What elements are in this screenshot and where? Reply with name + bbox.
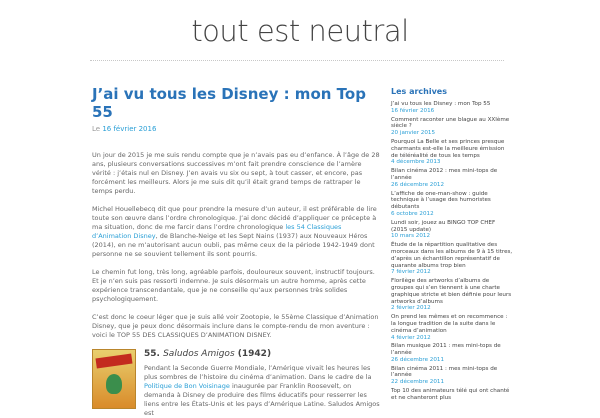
- archives-title: Les archives: [391, 87, 447, 96]
- archive-item-date: 4 décembre 2013: [391, 159, 441, 166]
- archive-item-date: 2 février 2012: [391, 305, 431, 312]
- archive-item-title[interactable]: On prend les mêmes et on recommence : la…: [391, 314, 513, 334]
- poster-parrot: [106, 374, 122, 394]
- archive-item: L’affiche de one-man-show : guide techni…: [391, 191, 513, 218]
- archive-item-title[interactable]: L’affiche de one-man-show : guide techni…: [391, 191, 513, 211]
- archive-item-date: 4 février 2012: [391, 334, 431, 341]
- archive-item-date: 7 février 2012: [391, 269, 431, 276]
- post-title[interactable]: J’ai vu tous les Disney : mon Top 55: [92, 85, 382, 121]
- post-content: Un jour de 2015 je me suis rendu compte …: [92, 151, 382, 340]
- archive-item-title[interactable]: Comment raconter une blague au XXIème si…: [391, 117, 513, 131]
- archive-item-date: 20 janvier 2015: [391, 130, 436, 137]
- archive-item-date: 16 février 2016: [391, 107, 435, 114]
- archive-item: Bilan musique 2011 : mes mini-tops de l’…: [391, 343, 513, 363]
- archive-item-date: 26 décembre 2011: [391, 356, 445, 363]
- ranking-heading: 55. Saludos Amigos (1942): [144, 349, 271, 359]
- archive-item: Étude de la répartition qualitative des …: [391, 242, 513, 276]
- archive-item-title[interactable]: Bilan cinéma 2012 : mes mini-tops de l’a…: [391, 168, 513, 182]
- archives-sidebar: Les archives J’ai vu tous les Disney : m…: [391, 87, 513, 404]
- paragraph-journey: Le chemin fut long, très long, agréable …: [92, 268, 375, 303]
- archive-item-date: 10 mars 2012: [391, 233, 431, 240]
- ranking-text-a: Pendant la Seconde Guerre Mondiale, l’Am…: [144, 364, 372, 381]
- archive-item-title[interactable]: Florilège des artworks d’albums de group…: [391, 278, 513, 305]
- archive-item: On prend les mêmes et on recommence : la…: [391, 314, 513, 341]
- archive-item: Lundi soir, jouez au BINGO TOP CHEF (201…: [391, 220, 513, 240]
- poster-banner: [95, 353, 133, 369]
- archive-item: Pourquoi La Belle et ses princes presque…: [391, 139, 513, 166]
- archive-item-title[interactable]: Bilan musique 2011 : mes mini-tops de l’…: [391, 343, 513, 357]
- post-date-prefix: Le: [92, 125, 101, 133]
- archive-item: Bilan cinéma 2012 : mes mini-tops de l’a…: [391, 168, 513, 188]
- good-neighbor-link[interactable]: Politique de Bon Voisinage: [144, 382, 230, 390]
- archive-item-title[interactable]: Pourquoi La Belle et ses princes presque…: [391, 139, 513, 159]
- archive-item-title[interactable]: Bilan cinéma 2011 : mes mini-tops de l’a…: [391, 366, 513, 380]
- archive-item: Florilège des artworks d’albums de group…: [391, 278, 513, 312]
- ranking-number: 55.: [144, 349, 160, 359]
- archive-item: J’ai vu tous les Disney : mon Top 55 16 f…: [391, 101, 513, 115]
- archive-item-date: 22 décembre 2011: [391, 379, 445, 386]
- paragraph-zootopie: C’est donc le coeur léger que je suis al…: [92, 313, 379, 339]
- site-title[interactable]: tout est neutral: [0, 14, 600, 48]
- archive-item: Bilan cinéma 2011 : mes mini-tops de l’a…: [391, 366, 513, 386]
- archive-item-date: 6 octobre 2012: [391, 210, 434, 217]
- post: J’ai vu tous les Disney : mon Top 55 Le …: [92, 85, 382, 417]
- ranking-entry: 55. Saludos Amigos (1942) Pendant la Sec…: [92, 349, 382, 417]
- post-date: Le 16 février 2016: [92, 125, 382, 133]
- post-date-link[interactable]: 16 février 2016: [102, 125, 156, 133]
- movie-year: (1942): [237, 349, 272, 359]
- archive-item: Comment raconter une blague au XXIème si…: [391, 117, 513, 137]
- paragraph-method: Michel Houellebecq dit que pour prendre …: [92, 205, 382, 259]
- movie-title: Saludos Amigos: [163, 349, 235, 359]
- header-divider: [90, 60, 504, 61]
- paragraph-intro: Un jour de 2015 je me suis rendu compte …: [92, 151, 380, 195]
- ranking-text: Pendant la Seconde Guerre Mondiale, l’Am…: [144, 364, 382, 418]
- archive-item-title[interactable]: J’ai vu tous les Disney : mon Top 55: [391, 101, 513, 108]
- movie-poster[interactable]: [92, 349, 136, 409]
- archive-list: J’ai vu tous les Disney : mon Top 55 16 f…: [391, 101, 513, 402]
- archive-item-title[interactable]: Étude de la répartition qualitative des …: [391, 242, 513, 269]
- archive-item-date: 26 décembre 2012: [391, 181, 445, 188]
- archive-item-title[interactable]: Lundi soir, jouez au BINGO TOP CHEF (201…: [391, 220, 513, 234]
